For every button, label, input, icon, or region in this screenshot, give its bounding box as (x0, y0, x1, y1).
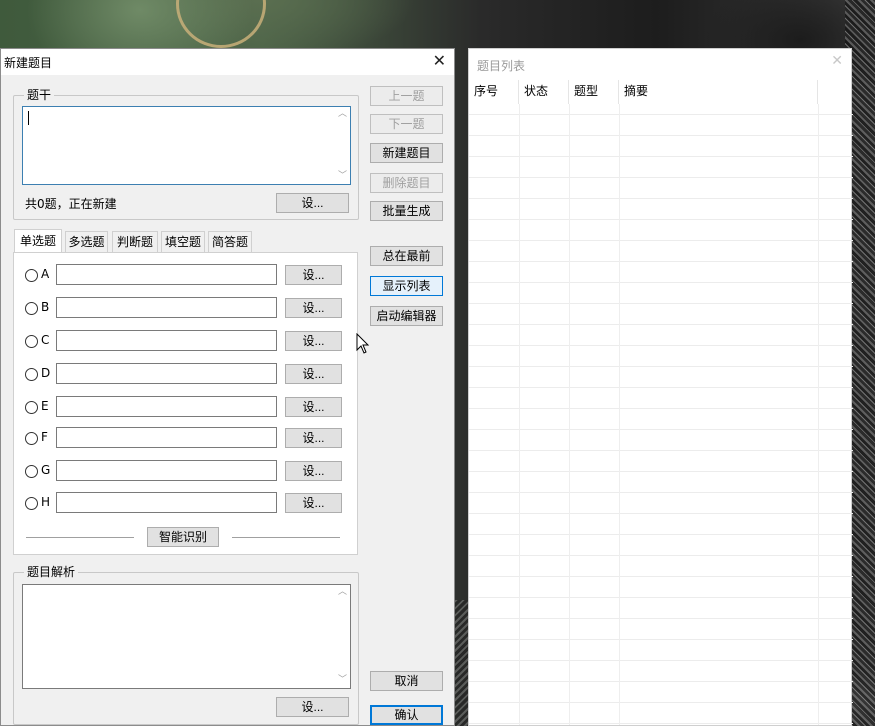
option-row-f: F 设... (24, 427, 354, 449)
option-radio[interactable] (25, 269, 38, 282)
option-letter: B (41, 300, 50, 314)
option-settings-button[interactable]: 设... (285, 364, 342, 384)
scroll-down-icon[interactable]: ﹀ (335, 673, 350, 688)
option-radio[interactable] (25, 335, 38, 348)
option-settings-button[interactable]: 设... (285, 461, 342, 481)
option-radio[interactable] (25, 497, 38, 510)
grid-column-line (519, 104, 520, 725)
option-letter: D (41, 366, 51, 380)
option-input[interactable] (56, 396, 277, 417)
single-choice-panel: A 设... B 设... C 设... D 设... E 设... F 设..… (13, 252, 358, 555)
batch-generate-button[interactable]: 批量生成 (370, 201, 443, 221)
option-settings-button[interactable]: 设... (285, 265, 342, 285)
option-radio[interactable] (25, 302, 38, 315)
option-input[interactable] (56, 460, 277, 481)
option-letter: F (41, 430, 48, 444)
option-radio[interactable] (25, 401, 38, 414)
option-input[interactable] (56, 297, 277, 318)
option-input[interactable] (56, 330, 277, 351)
grid-column-line (569, 104, 570, 725)
column-header-summary[interactable]: 摘要 (619, 80, 818, 104)
close-icon[interactable]: ✕ (433, 51, 446, 71)
scroll-down-icon[interactable]: ﹀ (335, 169, 350, 184)
option-row-d: D 设... (24, 363, 354, 385)
show-list-button[interactable]: 显示列表 (370, 276, 443, 296)
stem-groupbox: 题干 ︿ ﹀ 共0题，正在新建 设... (13, 88, 359, 220)
cancel-button[interactable]: 取消 (370, 671, 443, 691)
option-settings-button[interactable]: 设... (285, 397, 342, 417)
divider-line (232, 537, 340, 538)
next-question-button[interactable]: 下一题 (370, 114, 443, 134)
option-input[interactable] (56, 363, 277, 384)
analysis-groupbox: 题目解析 ︿ ﹀ 设... (13, 565, 359, 725)
new-question-dialog: 新建题目 ✕ 题干 ︿ ﹀ 共0题，正在新建 设... 单选题 多选题 判断题 … (0, 48, 455, 726)
launch-editor-button[interactable]: 启动编辑器 (370, 306, 443, 326)
list-window-title: 题目列表 (477, 59, 526, 73)
stem-settings-button[interactable]: 设... (276, 193, 349, 213)
tab-short-answer[interactable]: 简答题 (208, 231, 252, 252)
analysis-textarea[interactable]: ︿ ﹀ (22, 584, 351, 689)
list-grid (469, 104, 853, 724)
option-row-a: A 设... (24, 264, 354, 286)
divider-line (26, 537, 134, 538)
option-letter: E (41, 399, 49, 413)
option-letter: C (41, 333, 50, 347)
list-header: 序号 状态 题型 摘要 (469, 80, 819, 104)
always-on-top-button[interactable]: 总在最前 (370, 246, 443, 266)
option-row-b: B 设... (24, 297, 354, 319)
new-question-button[interactable]: 新建题目 (370, 143, 443, 163)
column-header-type[interactable]: 题型 (569, 80, 619, 104)
tab-single-choice[interactable]: 单选题 (14, 229, 62, 252)
dialog-title: 新建题目 (4, 56, 53, 70)
option-radio[interactable] (25, 465, 38, 478)
option-input[interactable] (56, 264, 277, 285)
analysis-settings-button[interactable]: 设... (276, 697, 349, 717)
close-icon[interactable]: ✕ (831, 53, 843, 69)
confirm-button[interactable]: 确认 (370, 705, 443, 725)
option-letter: A (41, 267, 50, 281)
option-row-c: C 设... (24, 330, 354, 352)
option-settings-button[interactable]: 设... (285, 298, 342, 318)
grid-column-line (619, 104, 620, 725)
analysis-group-label: 题目解析 (24, 565, 79, 579)
option-settings-button[interactable]: 设... (285, 493, 342, 513)
dialog-titlebar: 新建题目 ✕ (1, 49, 454, 75)
stem-group-label: 题干 (24, 88, 55, 102)
background-earring (176, 0, 266, 48)
option-row-g: G 设... (24, 460, 354, 482)
stem-scrollbar[interactable]: ︿ ﹀ (335, 107, 350, 184)
option-row-e: E 设... (24, 396, 354, 418)
option-settings-button[interactable]: 设... (285, 331, 342, 351)
tab-true-false[interactable]: 判断题 (112, 231, 158, 252)
mouse-pointer-icon (356, 333, 370, 354)
text-caret (28, 111, 29, 125)
smart-recognize-button[interactable]: 智能识别 (147, 527, 219, 547)
question-count-status: 共0题，正在新建 (25, 197, 117, 211)
option-radio[interactable] (25, 432, 38, 445)
prev-question-button[interactable]: 上一题 (370, 86, 443, 106)
tab-fill-blank[interactable]: 填空题 (161, 231, 205, 252)
option-letter: G (41, 463, 51, 477)
column-header-status[interactable]: 状态 (519, 80, 569, 104)
stem-textarea[interactable]: ︿ ﹀ (22, 106, 351, 185)
tab-multiple-choice[interactable]: 多选题 (65, 231, 108, 252)
option-row-h: H 设... (24, 492, 354, 514)
scroll-up-icon[interactable]: ︿ (335, 107, 350, 122)
delete-question-button[interactable]: 删除题目 (370, 173, 443, 193)
option-radio[interactable] (25, 368, 38, 381)
grid-column-line (818, 104, 819, 725)
option-letter: H (41, 495, 51, 509)
column-header-index[interactable]: 序号 (469, 80, 519, 104)
question-list-window: 题目列表 ✕ 序号 状态 题型 摘要 (468, 48, 853, 726)
option-input[interactable] (56, 427, 277, 448)
scroll-up-icon[interactable]: ︿ (335, 585, 350, 600)
option-settings-button[interactable]: 设... (285, 428, 342, 448)
option-input[interactable] (56, 492, 277, 513)
analysis-scrollbar[interactable]: ︿ ﹀ (335, 585, 350, 688)
